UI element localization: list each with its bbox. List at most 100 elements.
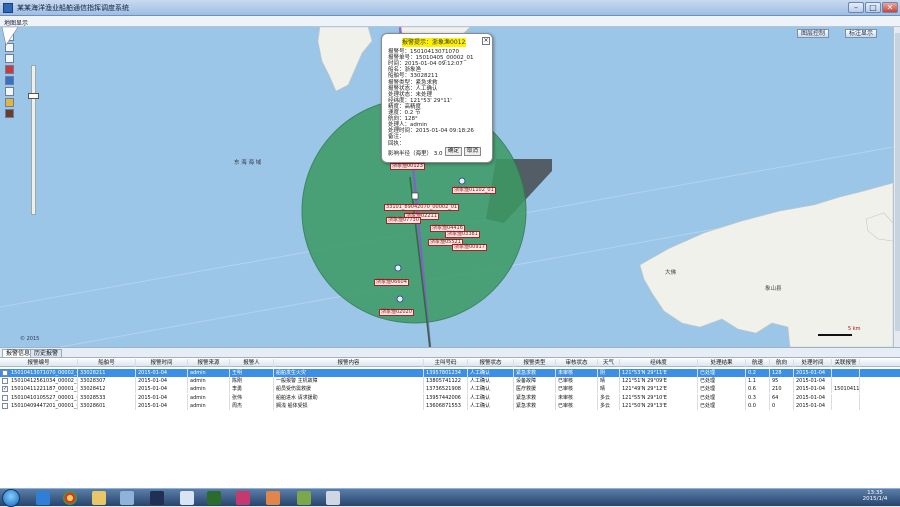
minimize-button[interactable]: – [848, 2, 864, 13]
table-cell: 已处理 [698, 401, 746, 410]
table-cell: 已处理 [698, 369, 746, 377]
table-cell: 13957442006 [424, 393, 468, 402]
place-label: 大佛 [665, 270, 677, 276]
vessel-tag[interactable]: 浙象渔07730 [386, 217, 421, 224]
zoom-slider-handle[interactable] [28, 93, 39, 99]
table-cell: 设备故障 [514, 377, 556, 386]
place-label-2: 象山县 [765, 286, 782, 292]
table-cell: 已处理 [698, 385, 746, 394]
measure-icon[interactable] [5, 87, 14, 96]
table-cell: 33028533 [78, 393, 136, 402]
table-cell: 2015-01-04 [136, 385, 188, 394]
table-cell: 已处理 [698, 377, 746, 386]
browser-ie-icon[interactable] [36, 491, 50, 505]
table-cell: 13805741122 [424, 377, 468, 386]
alarm-icon[interactable] [5, 65, 14, 74]
popup-close-icon[interactable]: × [482, 37, 490, 45]
table-cell: admin [188, 377, 230, 386]
column-header: 处理结果 [698, 359, 746, 367]
close-button[interactable]: ✕ [882, 2, 898, 13]
vessel-tag[interactable]: 浙象渔00917 [452, 244, 487, 251]
layer-control-button[interactable]: 图层控制 [797, 29, 830, 38]
column-header: 天气 [598, 359, 620, 367]
window-app-icon[interactable] [120, 491, 134, 505]
vessel-tag[interactable]: 浙象渔02020 [379, 309, 414, 316]
vessel-tag[interactable]: 33101_89042070_00002_01 [384, 204, 460, 211]
table-cell: 0 [770, 401, 794, 410]
row-checkbox[interactable]: ✓ [2, 386, 8, 393]
folder-icon[interactable] [92, 491, 106, 505]
table-cell: admin [188, 369, 230, 377]
label-display-button[interactable]: 标注显示 [845, 29, 878, 38]
table-row[interactable]: 15010410105527_00001_01 33028533 2015-01-0… [0, 393, 900, 402]
column-header: 经纬度 [620, 359, 698, 367]
row-checkbox[interactable] [2, 394, 8, 401]
maximize-button[interactable]: □ [865, 2, 881, 13]
alarm-info-popup: 报警提示：浙象渔00123 × 报警号：15010413071070 报警单号：1… [381, 33, 493, 163]
popup-detail-line: 报警状态：人工确认 [388, 85, 438, 92]
zoom-slider[interactable] [31, 65, 36, 215]
table-header[interactable]: 报警编号 船舶号 报警时间 报警来源 报警人 报警内容 主叫号码 报警状态 报警类型 审核状态 天气… [0, 359, 900, 367]
table-cell: 0.0 [746, 401, 770, 410]
table-cell: 0.6 [746, 385, 770, 394]
table-cell: 船舶进水 请求援助 [274, 393, 424, 402]
column-header: 报警时间 [136, 359, 188, 367]
start-button[interactable] [2, 489, 20, 507]
table-cell: 船员受伤需救援 [274, 385, 424, 394]
app-icon-1[interactable] [150, 491, 164, 505]
app-icon-4[interactable] [236, 491, 250, 505]
table-cell: 2015-01-04 [136, 377, 188, 386]
table-cell: 121°55'N 29°10'E [620, 393, 698, 402]
taskbar-clock[interactable]: 13:35 2015/1/4 [855, 490, 895, 502]
table-row[interactable]: 15010411221187_00001_01 33028412 2015-01-0… [0, 385, 900, 394]
row-checkbox[interactable] [2, 370, 8, 376]
table-cell: 2015-01-04 [794, 401, 832, 410]
table-cell: 13736521908 [424, 385, 468, 394]
popup-cancel-button[interactable]: 取消 [464, 147, 482, 156]
table-cell: 33028412 [78, 385, 136, 394]
table-cell: 33028307 [78, 377, 136, 386]
popup-detail-line: 处理状态：未处理 [388, 91, 433, 98]
pan-icon[interactable] [5, 54, 14, 63]
popup-radius-value: 3.0 [433, 151, 443, 157]
table-cell: 人工确认 [468, 369, 514, 377]
app-icon-3[interactable] [207, 491, 221, 505]
marker-icon[interactable] [5, 98, 14, 107]
vessel-tag[interactable]: 浙象渔06604 [374, 279, 409, 286]
column-header: 报警编号 [0, 359, 78, 367]
table-cell [832, 377, 860, 386]
table-row[interactable]: 15010413071070_00002_01 33028211 2015-01-0… [0, 369, 900, 377]
app-icon [3, 3, 13, 13]
column-header: 船舶号 [78, 359, 136, 367]
taskbar [0, 488, 900, 507]
vessel-tag[interactable]: 浙象渔01102_01 [452, 187, 496, 194]
table-row[interactable]: 15010412561034_00002_01 33028307 2015-01-0… [0, 377, 900, 386]
table-cell: 王明 [230, 369, 274, 377]
table-cell: 人工确认 [468, 385, 514, 394]
table-cell: 已审核 [556, 377, 598, 386]
app-icon-2[interactable] [180, 491, 194, 505]
popup-radius-label: 影响半径（海里） 3.0 [388, 151, 443, 157]
table-cell: 2015-01-04 [794, 385, 832, 394]
row-checkbox[interactable] [2, 402, 8, 409]
vessel-tag[interactable]: 浙象渔00123 [390, 163, 425, 170]
app-icon-5[interactable] [266, 491, 280, 505]
app-icon-7[interactable] [326, 491, 340, 505]
table-cell: 晴 [598, 377, 620, 386]
row-checkbox[interactable] [2, 378, 8, 385]
table-cell: 64 [770, 393, 794, 402]
browser-chrome-icon[interactable] [63, 491, 77, 505]
column-header: 报警状态 [468, 359, 514, 367]
vessel-tag[interactable]: 浙象渔03381 [445, 231, 480, 238]
column-header: 报警来源 [188, 359, 230, 367]
table-cell: 15010411 [834, 385, 860, 394]
map-scrollbar[interactable] [893, 27, 900, 347]
table-cell: 搁浅 船体受损 [274, 401, 424, 410]
table-cell: 紧急求救 [514, 393, 556, 402]
app-icon-6[interactable] [297, 491, 311, 505]
layer-icon[interactable] [5, 76, 14, 85]
map-scrollbar-thumb[interactable] [895, 33, 900, 331]
print-icon[interactable] [5, 109, 14, 118]
popup-ok-button[interactable]: 确定 [445, 147, 463, 156]
table-row[interactable]: 15010409447201_00001_01 33028601 2015-01-0… [0, 401, 900, 410]
